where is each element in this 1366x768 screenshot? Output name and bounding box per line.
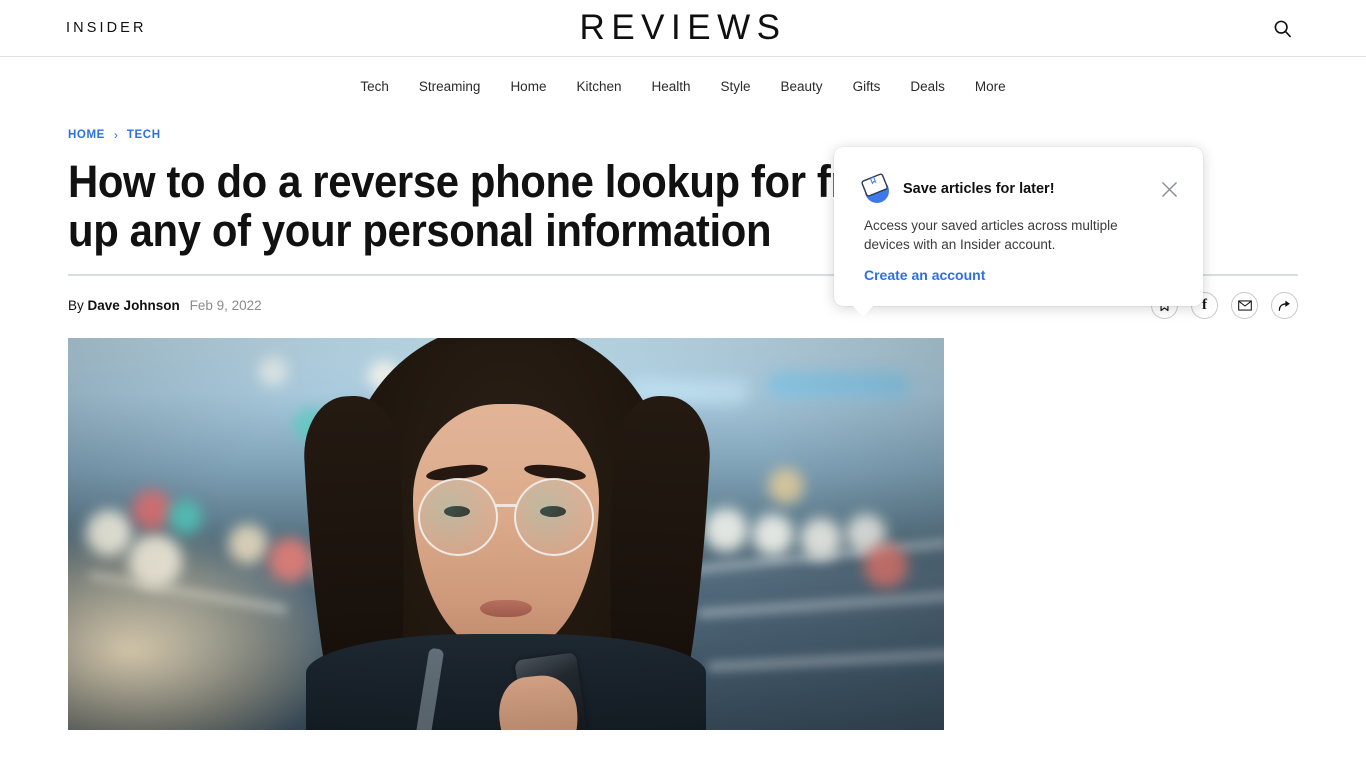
category-nav: Tech Streaming Home Kitchen Health Style… <box>0 57 1366 115</box>
breadcrumb: HOME › TECH <box>68 127 1298 143</box>
hero-image <box>68 338 944 730</box>
article-page: INSIDER REVIEWS Tech Streaming Home Kitc… <box>0 0 1366 768</box>
nav-item-streaming[interactable]: Streaming <box>404 79 496 94</box>
nav-item-tech[interactable]: Tech <box>345 79 404 94</box>
breadcrumb-tech[interactable]: TECH <box>127 129 161 141</box>
email-icon[interactable] <box>1231 292 1258 319</box>
close-glyph <box>1161 181 1177 197</box>
create-account-link[interactable]: Create an account <box>864 267 985 283</box>
search-icon[interactable] <box>1270 16 1294 40</box>
hero-vignette <box>68 338 944 730</box>
nav-item-deals[interactable]: Deals <box>895 79 960 94</box>
nav-item-health[interactable]: Health <box>636 79 705 94</box>
nav-item-gifts[interactable]: Gifts <box>838 79 896 94</box>
insider-logo[interactable]: INSIDER <box>66 20 147 36</box>
byline-date: Feb 9, 2022 <box>189 298 262 313</box>
breadcrumb-separator-icon: › <box>113 128 118 142</box>
byline: By Dave Johnson Feb 9, 2022 <box>68 298 262 313</box>
nav-item-home[interactable]: Home <box>495 79 561 94</box>
nav-item-kitchen[interactable]: Kitchen <box>561 79 636 94</box>
envelope-glyph <box>1237 300 1252 311</box>
reviews-wordmark[interactable]: REVIEWS <box>580 8 787 48</box>
byline-prefix: By <box>68 298 84 313</box>
search-glyph <box>1274 20 1291 37</box>
nav-item-more[interactable]: More <box>960 79 1021 94</box>
site-masthead: INSIDER REVIEWS <box>0 0 1366 57</box>
facebook-glyph: f <box>1202 297 1207 313</box>
byline-author[interactable]: Dave Johnson <box>88 298 180 313</box>
save-articles-popup: Save articles for later! Access your sav… <box>834 147 1203 317</box>
breadcrumb-home[interactable]: HOME <box>68 129 105 141</box>
share-arrow-icon[interactable] <box>1271 292 1298 319</box>
share-glyph <box>1278 300 1290 311</box>
popup-title: Save articles for later! <box>903 181 1055 197</box>
save-articles-glyph <box>861 173 889 203</box>
save-articles-icon <box>860 173 892 205</box>
popup-header: Save articles for later! <box>834 147 1203 205</box>
close-icon[interactable] <box>1157 177 1181 201</box>
popup-body-text: Access your saved articles across multip… <box>864 218 1118 252</box>
nav-item-beauty[interactable]: Beauty <box>766 79 838 94</box>
nav-item-style[interactable]: Style <box>706 79 766 94</box>
